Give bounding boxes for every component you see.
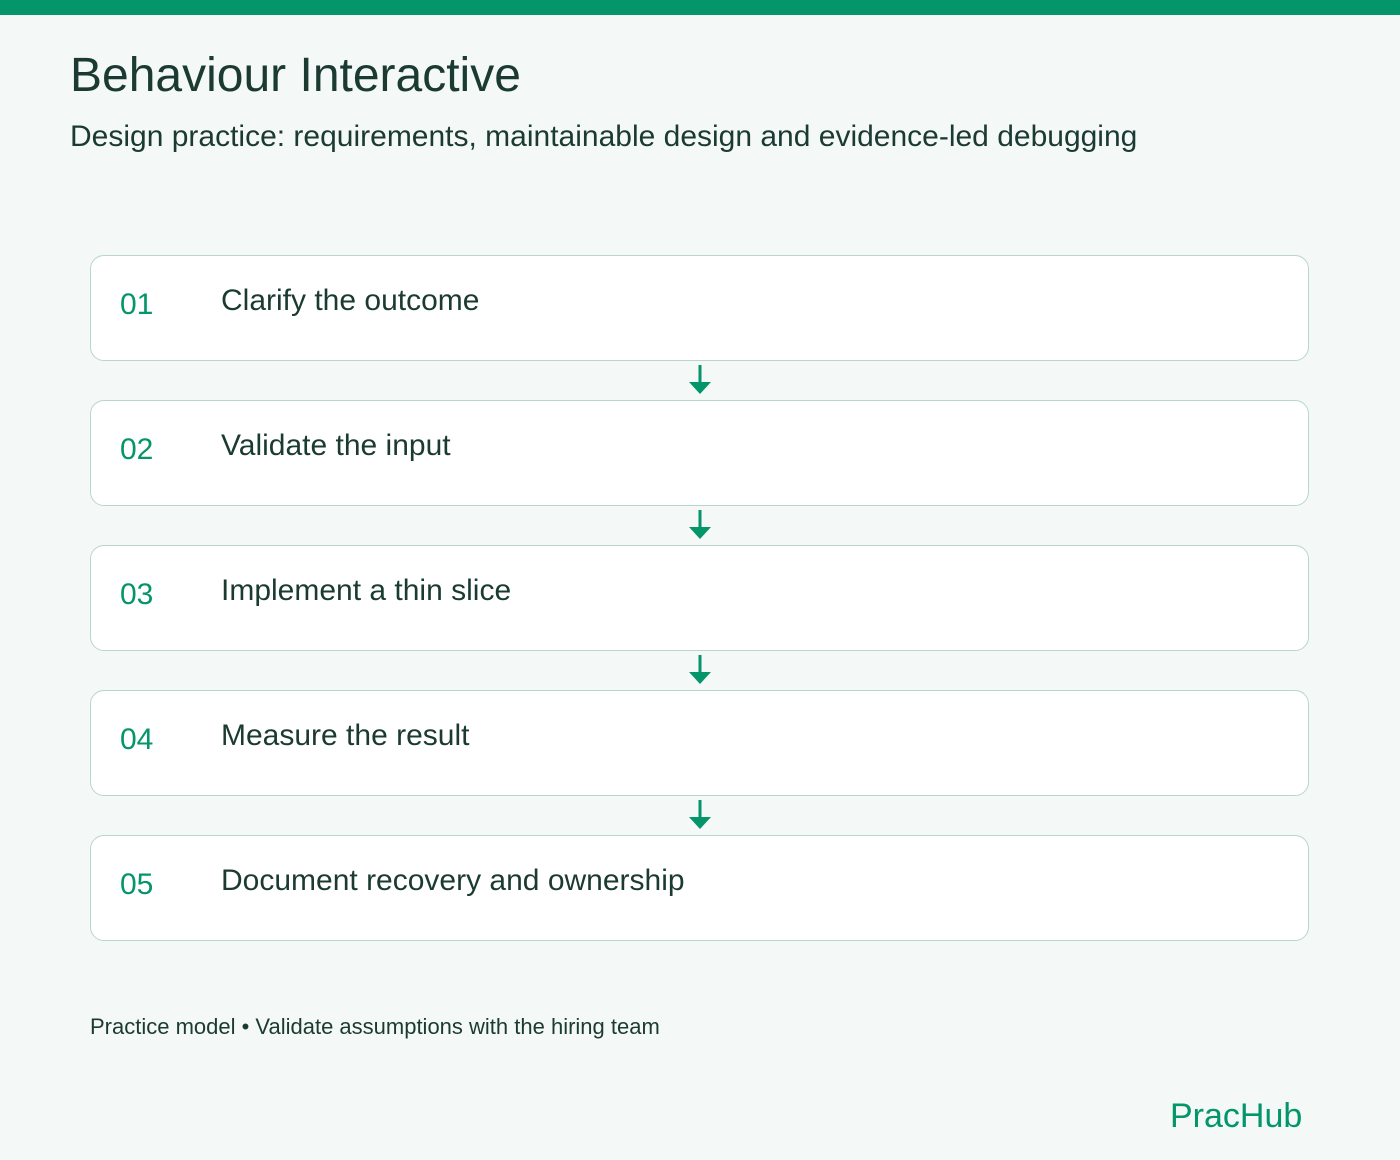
page-title: Behaviour Interactive	[70, 49, 521, 102]
top-accent-bar	[0, 0, 1400, 15]
step-card-4: 04 Measure the result	[90, 690, 1309, 796]
brand-logo-text: PracHub	[1170, 1097, 1303, 1135]
step-label: Clarify the outcome	[221, 284, 480, 317]
footnote: Practice model • Validate assumptions wi…	[90, 1014, 660, 1039]
step-card-2: 02 Validate the input	[90, 400, 1309, 506]
step-card-1: 01 Clarify the outcome	[90, 255, 1309, 361]
step-label: Document recovery and ownership	[221, 864, 685, 897]
step-card-5: 05 Document recovery and ownership	[90, 835, 1309, 941]
step-number: 05	[120, 868, 154, 901]
down-arrow-icon	[689, 510, 711, 539]
down-arrow-icon	[689, 655, 711, 684]
step-number: 03	[120, 578, 154, 611]
step-number: 02	[120, 433, 154, 466]
step-label: Implement a thin slice	[221, 574, 512, 607]
step-card-3: 03 Implement a thin slice	[90, 545, 1309, 651]
process-flow: 01 Clarify the outcome 02 Validate the i…	[90, 255, 1311, 945]
step-number: 04	[120, 723, 154, 756]
down-arrow-icon	[689, 365, 711, 394]
page-subtitle: Design practice: requirements, maintaina…	[70, 120, 1138, 153]
step-label: Measure the result	[221, 719, 470, 752]
step-label: Validate the input	[221, 429, 451, 462]
step-number: 01	[120, 288, 154, 321]
down-arrow-icon	[689, 800, 711, 829]
